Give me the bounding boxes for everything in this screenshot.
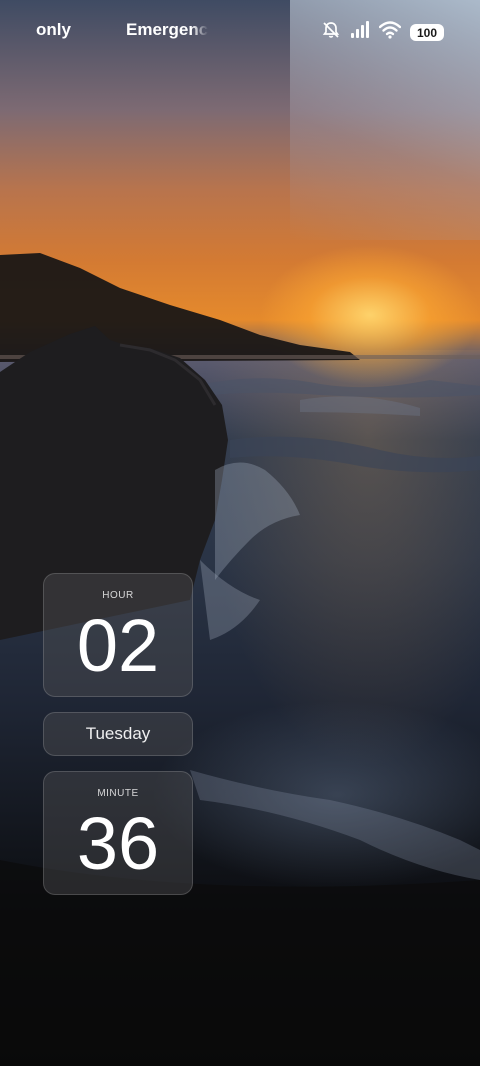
- signal-icon: [350, 21, 370, 44]
- day-of-week: Tuesday: [85, 724, 151, 743]
- bell-muted-icon: [321, 20, 341, 45]
- hour-value: 02: [76, 604, 160, 687]
- wifi-icon: [378, 21, 402, 44]
- hour-card[interactable]: HOUR 02: [43, 573, 193, 697]
- carrier-label-1: only: [36, 20, 71, 39]
- status-bar: only Emergenc 100: [0, 0, 480, 60]
- day-card[interactable]: Tuesday: [43, 712, 193, 756]
- wallpaper-landscape: [0, 253, 480, 1066]
- minute-label: MINUTE: [97, 788, 139, 799]
- minute-value: 36: [76, 802, 160, 885]
- carrier-label-2: Emergenc: [126, 20, 208, 39]
- battery-indicator: 100: [410, 24, 444, 41]
- minute-card[interactable]: MINUTE 36: [43, 771, 193, 895]
- hour-label: HOUR: [102, 590, 134, 601]
